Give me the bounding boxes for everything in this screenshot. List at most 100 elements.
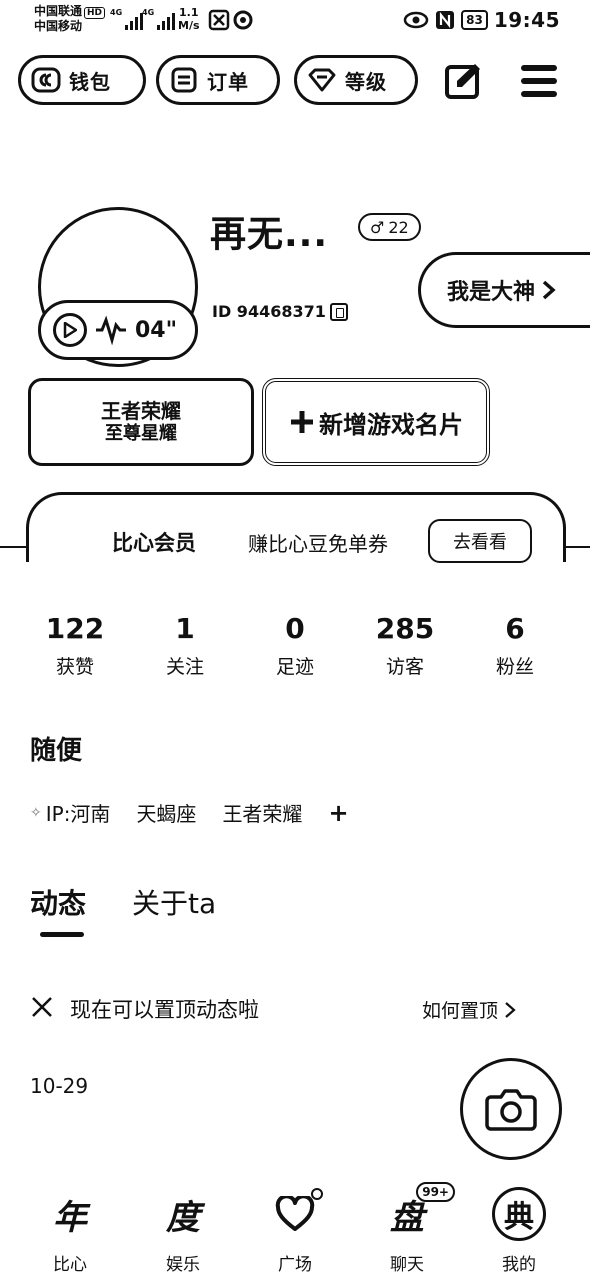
tab-dynamic[interactable]: 动态: [30, 882, 86, 922]
nav-me[interactable]: 典 我的: [464, 1187, 574, 1275]
no-sim-icon: [208, 9, 230, 31]
edit-icon: [445, 64, 480, 99]
close-icon[interactable]: [30, 995, 54, 1019]
voice-duration: 04": [135, 317, 178, 343]
chevron-right-icon: [505, 1001, 516, 1018]
stat-value: 0: [285, 612, 305, 645]
tag-game[interactable]: 王者荣耀: [222, 798, 302, 827]
pin-tip-text: 现在可以置顶动态啦: [70, 998, 259, 1022]
orders-button[interactable]: 订单: [156, 55, 280, 105]
diamond-icon: [307, 65, 337, 95]
member-description: 赚比心豆免单券: [248, 532, 388, 556]
nav-label: 我的: [502, 1255, 536, 1275]
tag-ip: ✧ IP:河南: [30, 802, 111, 826]
stat-value: 285: [375, 612, 435, 645]
carrier-1: 中国联通: [34, 4, 83, 18]
user-id: ID 94468371: [212, 302, 326, 321]
stat-label: 关注: [165, 656, 204, 678]
stat-label: 足迹: [275, 656, 314, 678]
level-label: 等级: [345, 69, 387, 94]
edit-profile-button[interactable]: [440, 58, 486, 104]
stat-footprints[interactable]: 0 足迹: [240, 612, 350, 682]
nickname: 再无...: [210, 214, 329, 255]
heart-icon: [265, 1188, 325, 1240]
nfc-icon: [436, 11, 455, 29]
add-game-card-label: 新增游戏名片: [319, 410, 463, 439]
male-icon: ♂: [370, 217, 385, 237]
nav-label: 广场: [278, 1255, 312, 1275]
plus-icon: [291, 411, 313, 433]
become-god-label: 我是大神: [447, 280, 536, 305]
play-icon: [53, 313, 87, 347]
nav-entertainment[interactable]: 度 娱乐: [128, 1188, 238, 1276]
signature[interactable]: 随便: [30, 730, 82, 767]
stat-value: 6: [505, 612, 525, 645]
user-id-row[interactable]: ID 94468371: [212, 302, 348, 321]
settings-ring-icon: [233, 10, 253, 30]
wallet-label: 钱包: [69, 69, 111, 94]
member-title: 比心会员: [112, 531, 196, 555]
waveform-icon: [96, 315, 126, 345]
unread-badge: 99+: [416, 1182, 455, 1202]
orders-icon: [169, 65, 199, 95]
stat-label: 粉丝: [495, 656, 534, 678]
member-go-button[interactable]: 去看看: [428, 519, 532, 563]
tag-zodiac[interactable]: 天蝎座: [136, 798, 196, 827]
game-card-title: 王者荣耀: [101, 399, 181, 423]
battery-level: 83: [461, 10, 488, 30]
camera-icon: [485, 1089, 537, 1131]
stat-likes[interactable]: 122 获赞: [20, 612, 130, 682]
gender-age-badge: ♂ 22: [358, 213, 421, 241]
nav-label: 聊天: [390, 1255, 424, 1275]
nav-bixin-icon: 年: [53, 1197, 87, 1238]
stat-fans[interactable]: 6 粉丝: [460, 612, 570, 682]
nav-bixin[interactable]: 年 比心: [15, 1188, 125, 1276]
network-speed: 1.1 M/s: [178, 6, 200, 32]
nav-me-icon: 典: [489, 1187, 549, 1241]
stat-visitors[interactable]: 285 访客: [350, 612, 460, 682]
wallet-button[interactable]: 钱包: [18, 55, 146, 105]
camera-button[interactable]: [460, 1058, 562, 1160]
menu-button[interactable]: [516, 58, 562, 104]
add-game-card-button[interactable]: 新增游戏名片: [262, 378, 490, 466]
hd-badge: HD: [84, 7, 106, 19]
copy-icon[interactable]: [329, 302, 348, 321]
eye-icon: [403, 11, 429, 29]
become-god-button[interactable]: 我是大神: [418, 252, 590, 328]
nav-chat-icon: 盘 99+: [377, 1182, 455, 1240]
stat-label: 获赞: [55, 656, 94, 678]
location-dot-icon: ✧: [30, 804, 42, 821]
hamburger-icon: [521, 65, 557, 97]
clock: 19:45: [493, 8, 560, 32]
stat-value: 122: [45, 612, 105, 645]
age: 22: [388, 217, 409, 237]
how-to-pin-link[interactable]: 如何置顶: [422, 996, 516, 1023]
game-card-honor-of-kings[interactable]: 王者荣耀 至尊星耀: [28, 378, 254, 466]
carrier-2: 中国移动: [34, 19, 83, 33]
stat-value: 1: [175, 612, 195, 645]
notification-dot: [311, 1188, 323, 1200]
stat-following[interactable]: 1 关注: [130, 612, 240, 682]
nav-label: 娱乐: [166, 1255, 200, 1275]
level-button[interactable]: 等级: [294, 55, 418, 105]
nav-entertainment-icon: 度: [166, 1197, 200, 1238]
add-tag-button[interactable]: +: [328, 799, 348, 827]
status-right: 83 19:45: [403, 8, 560, 32]
nav-chat[interactable]: 盘 99+ 聊天: [352, 1182, 462, 1275]
game-card-rank: 至尊星耀: [105, 423, 177, 444]
profile-tags: ✧ IP:河南 天蝎座 王者荣耀 +: [30, 798, 349, 827]
signal-icon-2: 4G: [142, 8, 176, 30]
voice-intro-player[interactable]: 04": [38, 300, 198, 360]
signal-icon-1: 4G: [110, 8, 144, 30]
bottom-nav: 年 比心 度 娱乐 广场 盘 99+ 聊天 典 我的: [0, 1180, 590, 1280]
stat-label: 访客: [385, 656, 424, 678]
wallet-icon: [31, 65, 61, 95]
carrier-info: 中国联通 HD 中国移动: [34, 4, 106, 33]
orders-label: 订单: [207, 69, 249, 94]
tab-about[interactable]: 关于ta: [132, 882, 216, 922]
tab-active-indicator: [40, 932, 84, 937]
post-date: 10-29: [30, 1074, 89, 1098]
nav-plaza[interactable]: 广场: [240, 1188, 350, 1275]
nav-label: 比心: [53, 1255, 87, 1275]
status-bar: 中国联通 HD 中国移动 4G 4G 1.1 M/s 83 19:45: [0, 0, 590, 40]
